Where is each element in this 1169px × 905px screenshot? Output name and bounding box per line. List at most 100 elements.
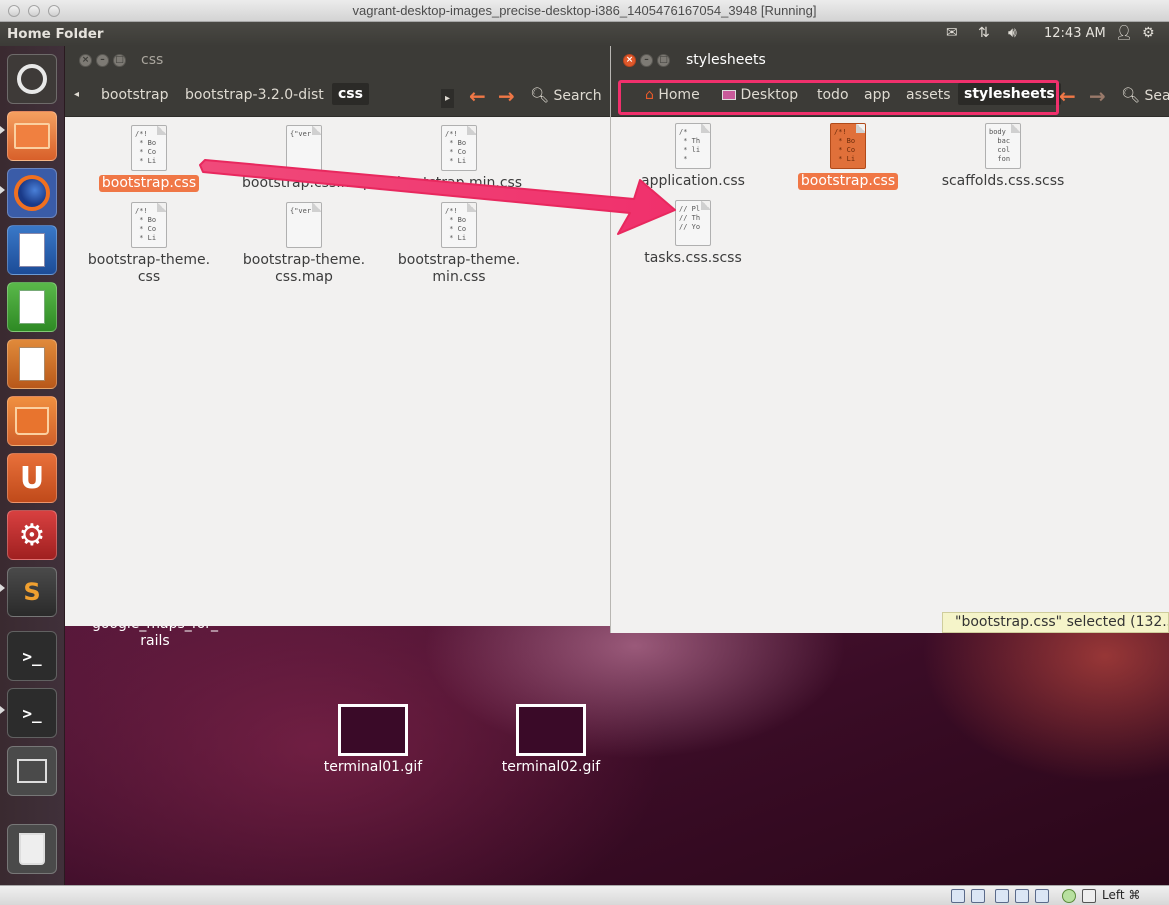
stylesheets-window: × – □ stylesheets ⌂ Home Desktop todo ap… (610, 46, 1169, 633)
host-zoom-button[interactable] (48, 5, 60, 17)
home-folder-icon[interactable] (7, 111, 57, 161)
css-window-close-button[interactable]: × (79, 54, 92, 67)
panel-clock[interactable]: 12:43 AM (1044, 26, 1106, 41)
workspace-switcher-icon[interactable] (7, 746, 57, 796)
css-window-maximize-button[interactable]: □ (113, 54, 126, 67)
panel-app-title: Home Folder (7, 26, 104, 42)
breadcrumb-item-current[interactable]: css (332, 83, 369, 105)
gif-thumbnail-icon (338, 704, 408, 756)
forward-arrow-icon[interactable]: → (498, 84, 515, 108)
file-name: bootstrap.css (797, 173, 899, 190)
breadcrumb-scroll-left-icon[interactable]: ◂ (74, 89, 79, 100)
file-name: bootstrap.min.css (397, 175, 523, 191)
libreoffice-calc-icon[interactable] (7, 282, 57, 332)
file-name: bootstrap.css (98, 175, 200, 192)
search-button[interactable]: 🔍︎ Sea (1121, 86, 1169, 104)
map-file-icon: {"ver (286, 202, 322, 248)
map-file-icon: {"ver (286, 125, 322, 171)
file-name-line2: css (137, 269, 161, 285)
host-window-title: vagrant-desktop-images_precise-desktop-i… (352, 3, 817, 18)
stylesheets-window-title: stylesheets (686, 52, 766, 68)
launcher-pip (0, 126, 5, 134)
network-adapter-icon[interactable] (971, 889, 985, 903)
file-item[interactable]: // Pl // Th // Yo tasks.css.scss (628, 200, 758, 267)
search-label: Search (553, 88, 602, 104)
host-close-button[interactable] (8, 5, 20, 17)
search-button[interactable]: 🔍︎ Search (530, 86, 602, 104)
file-preview: /*! * Bo * Co * Li (135, 130, 157, 165)
file-preview: /*! * Bo * Co * Li (445, 130, 467, 165)
search-label: Sea (1144, 88, 1169, 104)
keyboard-capture-icon[interactable] (1082, 889, 1096, 903)
scss-file-icon: body bac col fon (985, 123, 1021, 169)
capture-icon[interactable] (1062, 889, 1076, 903)
file-item[interactable]: /*! * Bo * Co * Li bootstrap.css (783, 123, 913, 190)
shared-folders-icon[interactable] (995, 889, 1009, 903)
firefox-icon[interactable] (7, 168, 57, 218)
desktop-icon-terminal01[interactable]: terminal01.gif (318, 704, 428, 775)
ubuntu-software-center-icon[interactable] (7, 396, 57, 446)
back-arrow-icon[interactable]: ← (469, 84, 486, 108)
file-item[interactable]: body bac col fon scaffolds.css.scss (938, 123, 1068, 190)
file-item[interactable]: /*! * Bo * Co * Li bootstrap.css (84, 125, 214, 192)
file-item[interactable]: /*! * Bo * Co * Li bootstrap.min.css (394, 125, 524, 192)
terminal-icon[interactable]: >_ (7, 688, 57, 738)
file-name-line2: min.css (432, 269, 486, 285)
stylesheets-window-maximize-button[interactable]: □ (657, 54, 670, 67)
libreoffice-writer-icon[interactable] (7, 225, 57, 275)
css-file-icon: /*! * Bo * Co * Li (830, 123, 866, 169)
dash-home-icon[interactable] (7, 54, 57, 104)
stylesheets-window-minimize-button[interactable]: – (640, 54, 653, 67)
breadcrumb-scroll-right-icon[interactable]: ▸ (441, 89, 455, 108)
top-panel: Home Folder ✉ ⇅ 🔊︎ 12:43 AM 👤︎ ⚙ (0, 22, 1169, 46)
trash-icon[interactable] (7, 824, 57, 874)
network-icon[interactable]: ⇅ (978, 25, 990, 41)
system-settings-icon[interactable]: ⚙ (7, 510, 57, 560)
launcher-pip (0, 706, 5, 714)
display-icon[interactable] (1015, 889, 1029, 903)
css-window: × – □ css ◂ bootstrap bootstrap-3.2.0-di… (65, 46, 615, 626)
launcher: U ⚙ S >_ >_ (0, 46, 65, 885)
file-preview: // Pl // Th // Yo (679, 205, 701, 231)
file-preview: /* * Th * li * (679, 128, 701, 163)
file-item[interactable]: /* * Th * li * application.css (628, 123, 758, 190)
hard-disk-icon[interactable] (951, 889, 965, 903)
file-name: scaffolds.css.scss (941, 173, 1065, 189)
file-item[interactable]: /*! * Bo * Co * Li bootstrap-theme. css (84, 202, 214, 286)
file-name: bootstrap.css.map (242, 175, 372, 191)
host-minimize-button[interactable] (28, 5, 40, 17)
file-item[interactable]: /*! * Bo * Co * Li bootstrap-theme. min.… (394, 202, 524, 286)
selection-status-tooltip: "bootstrap.css" selected (132.5 k (942, 612, 1169, 633)
gear-icon[interactable]: ⚙ (1142, 25, 1155, 41)
volume-icon[interactable]: 🔊︎ (1008, 25, 1017, 41)
breadcrumb-item[interactable]: bootstrap-3.2.0-dist (185, 87, 324, 103)
forward-arrow-icon[interactable]: → (1089, 84, 1106, 108)
mail-icon[interactable]: ✉ (946, 25, 958, 41)
usb-icon[interactable] (1035, 889, 1049, 903)
host-key-label: Left ⌘ (1102, 888, 1141, 902)
sublime-text-icon[interactable]: S (7, 567, 57, 617)
desktop-icon-terminal02[interactable]: terminal02.gif (496, 704, 606, 775)
stylesheets-window-header: × – □ stylesheets (611, 46, 1169, 75)
file-preview: {"ver (290, 207, 312, 215)
user-icon[interactable]: 👤︎ (1115, 25, 1133, 41)
virtualbox-status-bar: Left ⌘ (0, 885, 1169, 905)
terminal-icon[interactable]: >_ (7, 631, 57, 681)
back-arrow-icon[interactable]: ← (1059, 84, 1076, 108)
css-file-icon: /*! * Bo * Co * Li (131, 202, 167, 248)
ubuntu-one-icon[interactable]: U (7, 453, 57, 503)
desktop-icon-label: terminal02.gif (501, 759, 601, 775)
stylesheets-file-grid: /* * Th * li * application.css /*! * Bo … (611, 118, 1169, 633)
css-file-icon: /*! * Bo * Co * Li (441, 202, 477, 248)
file-name: tasks.css.scss (644, 250, 742, 266)
file-name-line1: bootstrap-theme. (87, 252, 211, 268)
file-item[interactable]: {"ver bootstrap.css.map (239, 125, 372, 192)
file-item[interactable]: {"ver bootstrap-theme. css.map (239, 202, 369, 286)
host-window-titlebar: vagrant-desktop-images_precise-desktop-i… (0, 0, 1169, 22)
stylesheets-window-close-button[interactable]: × (623, 54, 636, 67)
launcher-pip (0, 584, 5, 592)
css-file-icon: /*! * Bo * Co * Li (131, 125, 167, 171)
breadcrumb-item[interactable]: bootstrap (101, 87, 169, 103)
css-window-minimize-button[interactable]: – (96, 54, 109, 67)
libreoffice-impress-icon[interactable] (7, 339, 57, 389)
